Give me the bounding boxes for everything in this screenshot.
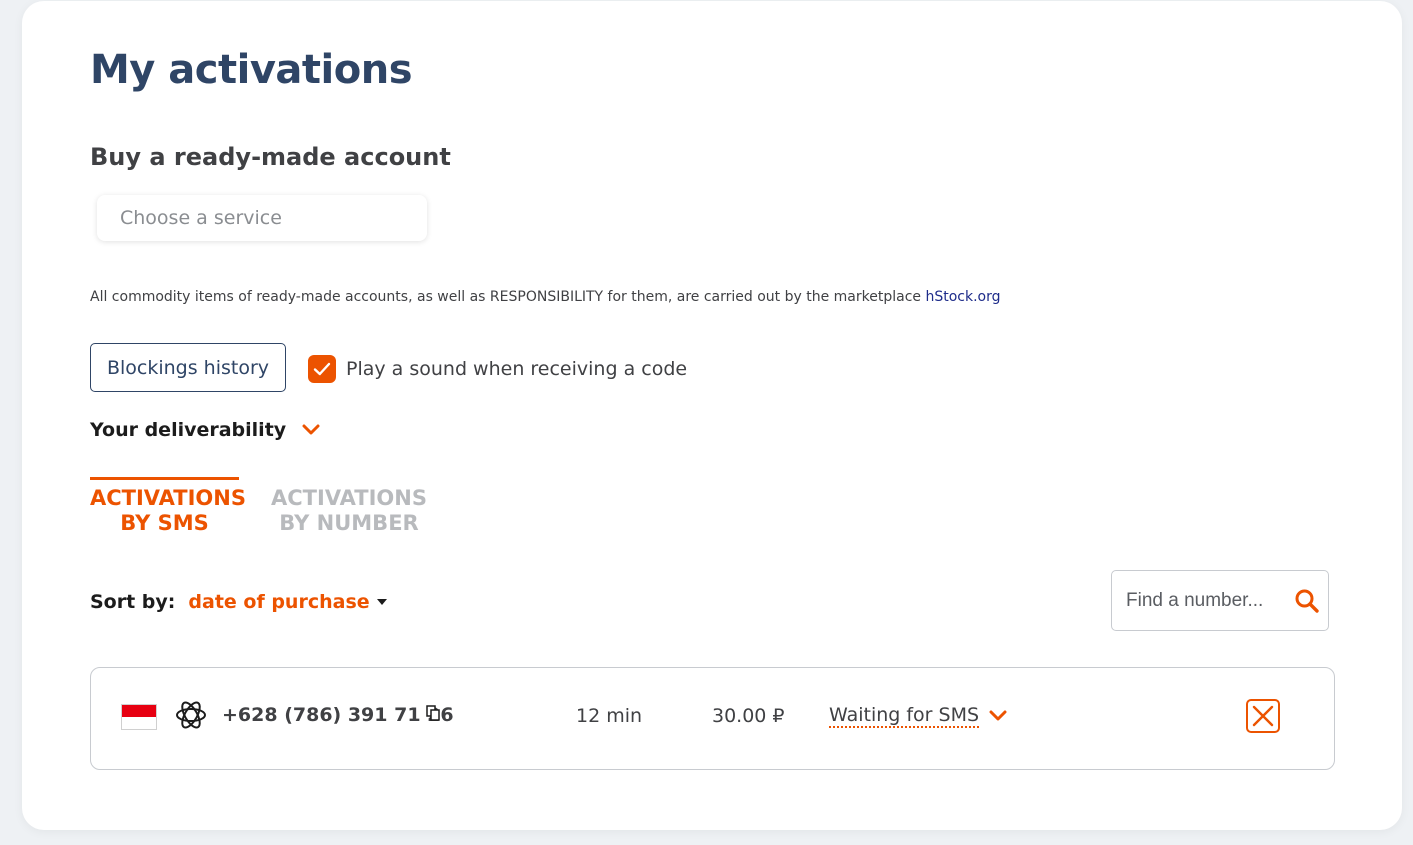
openai-icon [176,701,206,729]
chevron-down-icon [302,424,320,435]
choose-service-select[interactable]: Choose a service [97,195,427,241]
deliverability-label: Your deliverability [90,419,287,441]
checkmark-icon [313,362,331,376]
sound-toggle[interactable]: Play a sound when receiving a code [308,355,687,383]
tab-number-line1: ACTIVATIONS [271,486,427,510]
copy-icon[interactable] [426,705,441,722]
caret-down-icon[interactable] [376,598,388,606]
hstock-link[interactable]: hStock.org [925,289,1000,305]
tab-sms-line1: ACTIVATIONS [90,486,246,510]
status-dropdown[interactable]: Waiting for SMS [829,704,1007,728]
cancel-activation-button[interactable] [1246,699,1280,733]
activation-duration: 12 min [576,705,643,727]
search-icon[interactable] [1294,588,1320,614]
sound-label: Play a sound when receiving a code [346,358,688,380]
tab-number-line2: BY NUMBER [279,511,419,535]
chevron-down-icon [989,710,1007,721]
sort-value-dropdown[interactable]: date of purchase [188,591,369,613]
close-icon [1252,705,1274,727]
deliverability-toggle[interactable]: Your deliverability [90,419,320,441]
tab-activations-by-sms[interactable]: ACTIVATIONS BY SMS [90,477,246,536]
marketplace-disclaimer: All commodity items of ready-made accoun… [90,289,1001,305]
status-label: Waiting for SMS [829,704,980,728]
phone-number: +628 (786) 391 71 26 [222,704,454,726]
buy-account-heading: Buy a ready-made account [90,143,451,171]
blockings-history-button[interactable]: Blockings history [90,343,286,392]
disclaimer-text: All commodity items of ready-made accoun… [90,289,926,305]
search-input[interactable] [1124,588,1288,613]
search-box [1111,570,1329,631]
sort-label: Sort by: [90,591,176,613]
activations-card: My activations Buy a ready-made account … [22,1,1402,830]
activation-price: 30.00 ₽ [712,705,785,727]
indonesia-flag-icon [121,704,157,730]
sort-control: Sort by: date of purchase [90,591,388,613]
sound-checkbox[interactable] [308,355,336,383]
tab-sms-line2: BY SMS [120,511,209,535]
page-title: My activations [90,47,413,93]
activation-row: +628 (786) 391 71 26 12 min 30.00 ₽ Wait… [90,667,1335,770]
tab-activations-by-number[interactable]: ACTIVATIONS BY NUMBER [270,477,428,536]
